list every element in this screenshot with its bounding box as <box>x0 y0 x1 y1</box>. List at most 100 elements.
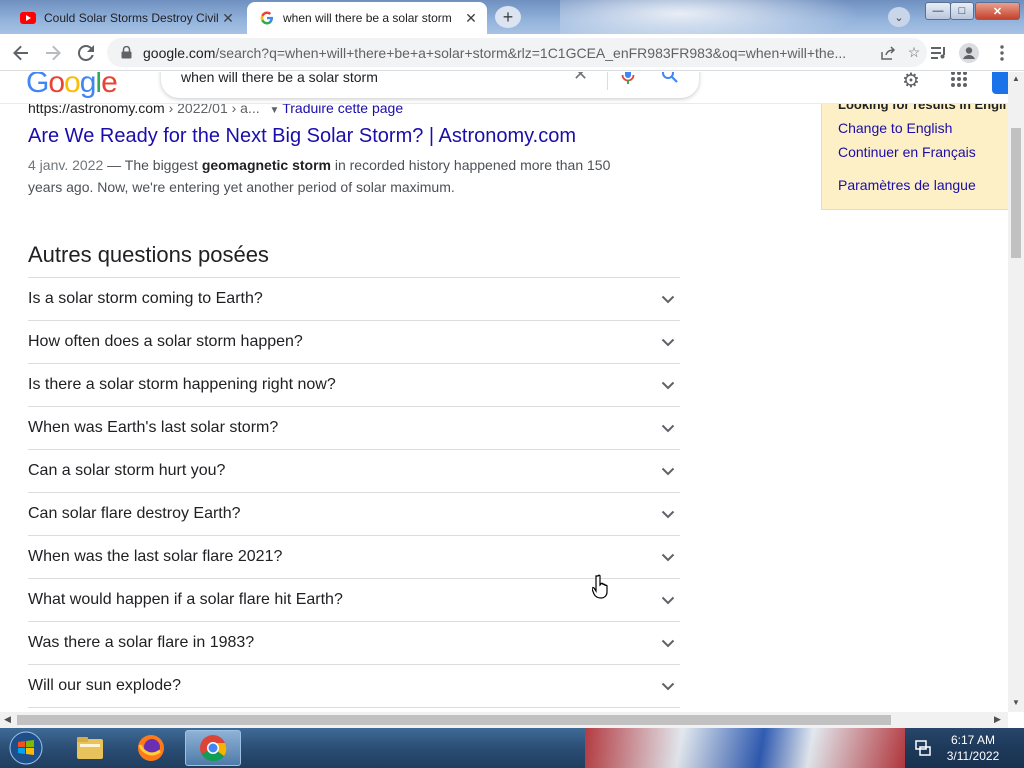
window-minimize-button[interactable]: — <box>925 2 951 20</box>
paa-question-text: When was the last solar flare 2021? <box>28 548 283 565</box>
continue-in-french-link[interactable]: Continuer en Français <box>838 144 976 160</box>
youtube-icon <box>20 10 36 26</box>
paa-question[interactable]: What would happen if a solar flare hit E… <box>28 578 680 621</box>
taskbar-chrome[interactable] <box>185 730 241 766</box>
settings-gear-icon[interactable]: ⚙ <box>902 72 920 93</box>
paa-question-text: How often does a solar storm happen? <box>28 333 303 350</box>
address-bar[interactable]: google.com/search?q=when+will+there+be+a… <box>107 38 927 67</box>
paa-question[interactable]: Will our sun explode? <box>28 664 680 707</box>
vertical-scroll-thumb[interactable] <box>1011 128 1021 258</box>
scroll-right-icon[interactable]: ▶ <box>994 714 1001 725</box>
vertical-scrollbar[interactable]: ▲ ▼ <box>1008 72 1024 712</box>
arrow-left-icon <box>13 45 28 61</box>
result-title-link[interactable]: Are We Ready for the Next Big Solar Stor… <box>28 125 576 148</box>
paa-question-text: When was Earth's last solar storm? <box>28 419 279 436</box>
paa-question[interactable]: When was the last solar flare 2021? <box>28 535 680 578</box>
url-host: google.com <box>143 44 216 61</box>
media-control-button[interactable] <box>926 40 952 66</box>
folder-icon <box>77 737 103 759</box>
network-icon[interactable] <box>914 739 932 762</box>
paa-question[interactable]: Is there a solar storm happening right n… <box>28 363 680 406</box>
kebab-menu-icon <box>1000 45 1004 61</box>
windows-taskbar: 6:17 AM 3/11/2022 <box>0 728 1024 768</box>
window-close-button[interactable]: ✕ <box>975 2 1020 20</box>
tab-youtube[interactable]: Could Solar Storms Destroy Civili ✕ <box>8 2 244 34</box>
paa-question[interactable]: Can solar flare destroy Earth? <box>28 492 680 535</box>
change-to-english-link[interactable]: Change to English <box>838 120 952 136</box>
paa-question-text: Was there a solar flare in 1983? <box>28 634 255 651</box>
google-apps-icon[interactable] <box>950 72 968 93</box>
browser-titlebar: Could Solar Storms Destroy Civili ✕ when… <box>0 0 1024 34</box>
chevron-down-icon[interactable] <box>656 330 680 354</box>
share-icon[interactable] <box>875 45 901 60</box>
forward-button[interactable] <box>40 40 66 66</box>
url-path: /search?q=when+will+there+be+a+solar+sto… <box>215 44 847 61</box>
chevron-down-icon[interactable] <box>656 502 680 526</box>
caret-down-icon: ▼ <box>269 105 283 116</box>
people-also-ask-heading: Autres questions posées <box>28 242 269 267</box>
scroll-left-icon[interactable]: ◀ <box>4 714 11 725</box>
clear-search-icon[interactable]: ✕ <box>573 72 588 85</box>
paa-question[interactable]: Can a solar storm hurt you? <box>28 449 680 492</box>
lock-icon[interactable] <box>117 46 135 59</box>
result-date: 4 janv. 2022 <box>28 157 104 173</box>
chevron-down-icon[interactable] <box>656 459 680 483</box>
snippet-bold: geomagnetic storm <box>201 157 331 173</box>
search-icon[interactable] <box>661 72 679 89</box>
taskbar-explorer[interactable] <box>62 730 118 766</box>
tab-google-search[interactable]: when will there be a solar storm ✕ <box>247 2 487 34</box>
back-button[interactable] <box>8 40 34 66</box>
profile-button[interactable] <box>956 40 982 66</box>
google-logo[interactable]: Google <box>26 72 118 100</box>
close-tab-icon[interactable]: ✕ <box>461 8 481 28</box>
horizontal-scroll-thumb[interactable] <box>17 715 891 725</box>
chrome-icon <box>200 735 227 762</box>
chevron-down-icon[interactable] <box>656 631 680 655</box>
minimize-icon: — <box>932 5 944 17</box>
taskbar-firefox[interactable] <box>123 730 179 766</box>
tab-title: when will there be a solar storm <box>283 11 452 25</box>
system-clock[interactable]: 6:17 AM 3/11/2022 <box>940 732 1006 764</box>
reload-icon <box>78 45 94 61</box>
chevron-down-icon[interactable] <box>656 674 680 698</box>
search-input[interactable]: when will there be a solar storm <box>181 72 378 85</box>
sign-in-button[interactable] <box>992 72 1008 94</box>
playlist-icon <box>931 47 945 59</box>
maximize-icon: □ <box>958 5 966 17</box>
microphone-icon[interactable] <box>621 72 635 91</box>
paa-question[interactable]: Is a solar storm coming to Earth? <box>28 277 680 320</box>
chevron-down-icon[interactable] <box>656 373 680 397</box>
chevron-down-icon[interactable] <box>656 416 680 440</box>
window-maximize-button[interactable]: □ <box>950 2 974 20</box>
bookmark-star-icon[interactable]: ☆ <box>901 44 927 61</box>
clock-time: 6:17 AM <box>950 733 996 747</box>
paa-question-text: Can a solar storm hurt you? <box>28 462 226 479</box>
new-tab-button[interactable]: + <box>495 6 521 28</box>
paa-divider <box>28 707 680 709</box>
arrow-right-icon <box>46 45 61 61</box>
browser-menu-button[interactable] <box>989 40 1015 66</box>
start-button[interactable] <box>4 730 48 766</box>
horizontal-scrollbar[interactable]: ◀ ▶ <box>0 712 1008 728</box>
avatar-icon <box>959 43 979 63</box>
paa-question-text: Will our sun explode? <box>28 677 181 694</box>
chevron-down-icon[interactable] <box>656 588 680 612</box>
reload-button[interactable] <box>73 40 99 66</box>
paa-question[interactable]: How often does a solar storm happen? <box>28 320 680 363</box>
paa-question-text: Is a solar storm coming to Earth? <box>28 290 263 307</box>
language-settings-link[interactable]: Paramètres de langue <box>838 177 976 193</box>
paa-question[interactable]: Was there a solar flare in 1983? <box>28 621 680 664</box>
scroll-up-icon[interactable]: ▲ <box>1012 74 1020 83</box>
paa-question[interactable]: When was Earth's last solar storm? <box>28 406 680 449</box>
close-tab-icon[interactable]: ✕ <box>218 8 238 28</box>
chevron-down-icon[interactable] <box>656 545 680 569</box>
windows-logo-icon <box>9 731 43 765</box>
chevron-down-icon[interactable] <box>656 287 680 311</box>
titlebar-background <box>560 0 860 34</box>
tab-title: Could Solar Storms Destroy Civili <box>44 11 218 25</box>
scroll-down-icon[interactable]: ▼ <box>1012 698 1020 707</box>
google-icon <box>259 10 275 26</box>
tab-search-button[interactable]: ⌄ <box>888 7 910 27</box>
search-box[interactable]: when will there be a solar storm ✕ <box>161 72 699 98</box>
url-text[interactable]: google.com/search?q=when+will+there+be+a… <box>143 45 875 61</box>
